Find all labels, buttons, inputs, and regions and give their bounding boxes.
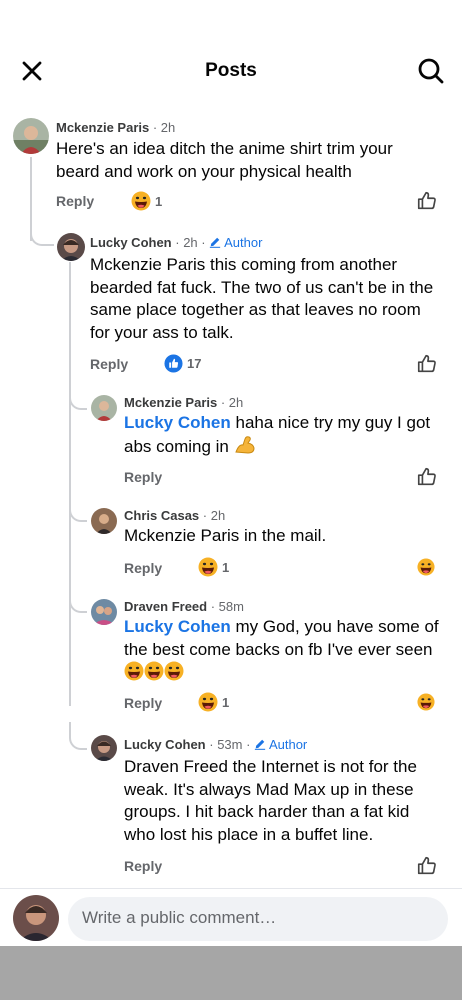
reaction-summary[interactable]: 1 (131, 191, 162, 211)
comment-meta: Draven Freed · 58m (124, 599, 244, 614)
comment-input[interactable]: Write a public comment… (68, 897, 448, 941)
reaction-count: 1 (222, 694, 230, 710)
timestamp[interactable]: 2h (211, 508, 225, 523)
author-name[interactable]: Chris Casas (124, 508, 199, 523)
like-icon[interactable] (416, 466, 438, 488)
comment-text: Here's an idea ditch the anime shirt tri… (56, 139, 393, 181)
timestamp[interactable]: 2h (161, 120, 175, 135)
reply-button[interactable]: Reply (124, 858, 162, 874)
comment-meta: Lucky Cohen · 2h · Author (90, 235, 263, 250)
haha-reaction-icon (198, 557, 218, 577)
reaction-summary[interactable]: 1 (198, 692, 229, 712)
haha-reaction-icon[interactable] (417, 693, 435, 711)
avatar[interactable] (91, 599, 117, 625)
reaction-count: 1 (222, 559, 230, 575)
mention-link[interactable]: Lucky Cohen (124, 413, 231, 432)
timestamp[interactable]: 58m (219, 599, 244, 614)
author-badge: Author (268, 737, 308, 752)
reaction-summary[interactable]: 1 (198, 557, 229, 577)
flexed-biceps-emoji (234, 435, 255, 454)
comment-meta: Lucky Cohen · 53m · Author (124, 737, 308, 752)
timestamp[interactable]: 53m (217, 737, 242, 752)
like-icon[interactable] (416, 855, 438, 877)
reaction-count: 17 (187, 356, 202, 371)
avatar[interactable] (13, 118, 49, 154)
mention-link[interactable]: Lucky Cohen (124, 617, 231, 636)
reply-button[interactable]: Reply (124, 469, 162, 485)
author-name[interactable]: Mckenzie Paris (56, 120, 149, 135)
timestamp[interactable]: 2h (229, 395, 243, 410)
author-badge: Author (224, 235, 263, 250)
comment-text: Mckenzie Paris this coming from another … (90, 255, 434, 342)
pencil-icon (254, 738, 266, 750)
reply-button[interactable]: Reply (90, 356, 128, 372)
comment-text: Draven Freed the Internet is not for the… (124, 757, 417, 844)
avatar[interactable] (91, 395, 117, 421)
avatar[interactable] (13, 895, 59, 941)
comment-meta: Mckenzie Paris · 2h (124, 395, 244, 410)
comment-text: Lucky Cohen haha nice try my guy I got a… (124, 413, 431, 456)
reaction-summary[interactable]: 17 (164, 354, 201, 373)
haha-reaction-icon (198, 692, 218, 712)
haha-reaction-icon[interactable] (417, 558, 435, 576)
page-title: Posts (205, 60, 257, 81)
author-name[interactable]: Lucky Cohen (90, 235, 172, 250)
reply-button[interactable]: Reply (124, 560, 162, 576)
author-name[interactable]: Draven Freed (124, 599, 207, 614)
reaction-count: 1 (155, 193, 163, 209)
reply-button[interactable]: Reply (124, 695, 162, 711)
thread-connector (30, 200, 54, 246)
tears-of-joy-emoji (124, 666, 184, 685)
timestamp[interactable]: 2h (183, 235, 197, 250)
search-icon[interactable] (416, 56, 446, 86)
like-icon[interactable] (416, 190, 438, 212)
pencil-icon (209, 236, 221, 248)
comment-text: Lucky Cohen my God, you have some of the… (124, 616, 444, 688)
haha-reaction-icon (131, 191, 151, 211)
like-reaction-icon (164, 354, 183, 373)
thread-connector (69, 382, 87, 410)
system-navigation-bar (0, 946, 462, 1000)
comment-composer: Write a public comment… (0, 888, 462, 946)
comment-meta: Mckenzie Paris · 2h (56, 120, 176, 135)
thread-connector (69, 585, 87, 613)
comment-meta: Chris Casas · 2h (124, 508, 226, 523)
thread-connector (69, 494, 87, 522)
author-name[interactable]: Lucky Cohen (124, 737, 206, 752)
avatar[interactable] (57, 233, 85, 261)
top-bar: Posts (0, 48, 462, 94)
comment-text: Mckenzie Paris in the mail. (124, 526, 327, 545)
avatar[interactable] (91, 735, 117, 761)
avatar[interactable] (91, 508, 117, 534)
like-icon[interactable] (416, 353, 438, 375)
author-name[interactable]: Mckenzie Paris (124, 395, 217, 410)
reply-button[interactable]: Reply (56, 193, 94, 209)
thread-connector (69, 722, 87, 750)
thread-line (69, 262, 71, 706)
